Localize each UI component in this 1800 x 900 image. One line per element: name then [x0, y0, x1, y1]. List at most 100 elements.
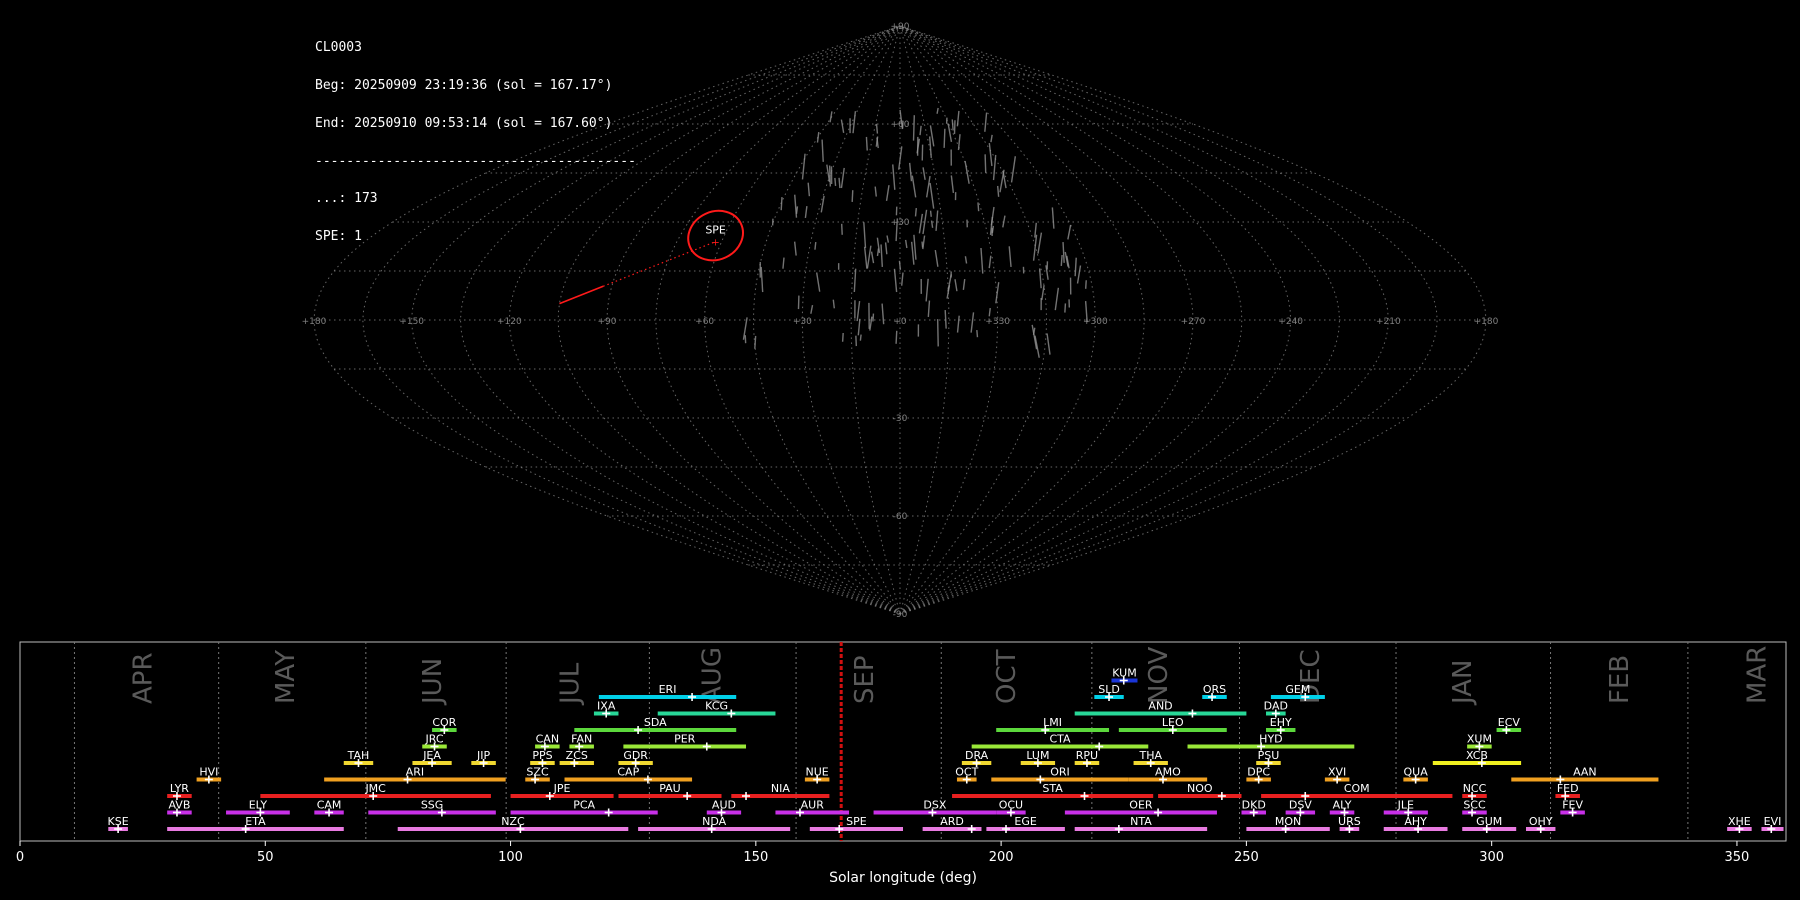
- spe-radiant-marker: +: [711, 238, 719, 249]
- shower-label: CTA: [1049, 733, 1071, 746]
- meteor-track: [1041, 285, 1045, 301]
- shower-label: LEO: [1162, 716, 1184, 729]
- shower-label: JLE: [1397, 799, 1414, 812]
- ra-tick-label: +60: [695, 317, 714, 327]
- month-label: JUN: [418, 658, 448, 706]
- meteor-track: [857, 318, 861, 336]
- shower-label: ORS: [1203, 683, 1226, 696]
- shower-label: DRA: [965, 749, 989, 762]
- shower-label: FED: [1557, 782, 1579, 795]
- meteor-track: [852, 111, 857, 134]
- shower-timeline: APR MAY JUN JUL AUG SEP OCT NOV DEC JAN FEB MARKUME…: [16, 641, 1787, 886]
- meteor-track: [922, 167, 926, 180]
- shower-label: HYD: [1259, 733, 1282, 746]
- shower-label: KSE: [108, 815, 129, 828]
- meteor-track: [930, 220, 934, 228]
- shower-label: NOO: [1187, 782, 1213, 795]
- meteor-track: [956, 315, 960, 333]
- shower-label: TAH: [347, 749, 370, 762]
- meteor-track: [810, 304, 814, 314]
- meridian-line: [606, 25, 901, 615]
- meteor-track: [988, 143, 993, 167]
- shower-label: FAN: [571, 733, 592, 746]
- meteor-track: [866, 245, 872, 269]
- meteor-track: [964, 256, 968, 264]
- meteor-track: [1054, 287, 1060, 311]
- ra-tick-label: +210: [1376, 317, 1401, 327]
- meteor-track: [814, 242, 817, 250]
- dec-tick-label: -30: [893, 414, 908, 424]
- spe-radiant-label: SPE: [705, 224, 726, 237]
- shower-label: COR: [432, 716, 456, 729]
- shower-fev: FEV: [1560, 799, 1585, 817]
- meteor-track: [1046, 333, 1051, 355]
- shower-label: AUD: [712, 799, 736, 812]
- shower-ixa: IXA: [593, 700, 619, 718]
- meteor-track: [886, 235, 890, 243]
- shower-label: NTA: [1130, 815, 1152, 828]
- x-tick-label: 350: [1725, 850, 1750, 865]
- meteor-track: [1032, 234, 1038, 261]
- meteor-track: [782, 257, 785, 269]
- spe-meteor-track: [559, 285, 604, 305]
- month-label: JUL: [555, 662, 585, 706]
- ra-tick-label: +30: [793, 317, 812, 327]
- meteor-track: [990, 206, 995, 226]
- ra-tick-label: +90: [598, 317, 617, 327]
- shower-label: COM: [1344, 782, 1370, 795]
- meteor-track: [943, 128, 946, 148]
- shower-label: GUM: [1476, 815, 1502, 828]
- meteor-track: [870, 251, 875, 264]
- shower-label: XVI: [1328, 766, 1346, 779]
- meteor-track: [898, 146, 903, 170]
- shower-ecv: ECV: [1496, 716, 1522, 734]
- meteor-track: [1076, 265, 1082, 284]
- meteor-track: [976, 329, 979, 338]
- shower-hvi: HVI: [196, 766, 222, 784]
- meteor-track: [957, 134, 961, 151]
- shower-rpu: RPU: [1074, 749, 1100, 767]
- meteor-track: [821, 139, 824, 162]
- shower-label: MON: [1275, 815, 1301, 828]
- meteor-track: [925, 278, 929, 302]
- shower-avb: AVB: [167, 799, 192, 817]
- shower-xum: XUM: [1467, 733, 1492, 751]
- meteor-track: [996, 185, 1000, 197]
- shower-label: DPC: [1247, 766, 1270, 779]
- shower-label: AMO: [1155, 766, 1181, 779]
- meteor-track: [900, 272, 904, 286]
- shower-scc: SCC: [1462, 799, 1487, 817]
- shower-label: NUE: [806, 766, 829, 779]
- x-tick-label: 250: [1234, 850, 1259, 865]
- meteor-track: [1008, 246, 1012, 268]
- meteor-track: [853, 268, 857, 293]
- month-label: JAN: [1448, 660, 1478, 706]
- meteor-track: [892, 164, 896, 190]
- shower-label: DSV: [1289, 799, 1312, 812]
- meteor-track: [815, 272, 821, 292]
- meteor-track: [1064, 303, 1067, 313]
- shower-aud: AUD: [706, 799, 742, 817]
- meteor-track: [885, 185, 890, 202]
- shower-label: ORI: [1050, 766, 1070, 779]
- meteor-track: [934, 249, 939, 267]
- x-tick-label: 200: [989, 850, 1014, 865]
- x-tick-label: 300: [1479, 850, 1504, 865]
- shower-label: EVI: [1764, 815, 1782, 828]
- meteor-track: [1051, 207, 1055, 229]
- meteor-track: [912, 115, 915, 141]
- meteor-track: [859, 334, 862, 341]
- meteor-track: [1038, 268, 1042, 289]
- shower-label: LMI: [1043, 716, 1062, 729]
- shower-label: JEA: [422, 749, 441, 762]
- meteor-track: [834, 177, 837, 187]
- meteor-track: [947, 274, 952, 292]
- shower-label: OCU: [999, 799, 1023, 812]
- shower-label: EGE: [1014, 815, 1036, 828]
- shower-dra: DRA: [961, 749, 992, 767]
- shower-evi: EVI: [1761, 815, 1784, 833]
- shower-jrc: JRC: [422, 733, 447, 751]
- shower-gdr: GDR: [618, 749, 653, 767]
- meteor-track: [925, 175, 931, 198]
- shower-label: PAU: [659, 782, 681, 795]
